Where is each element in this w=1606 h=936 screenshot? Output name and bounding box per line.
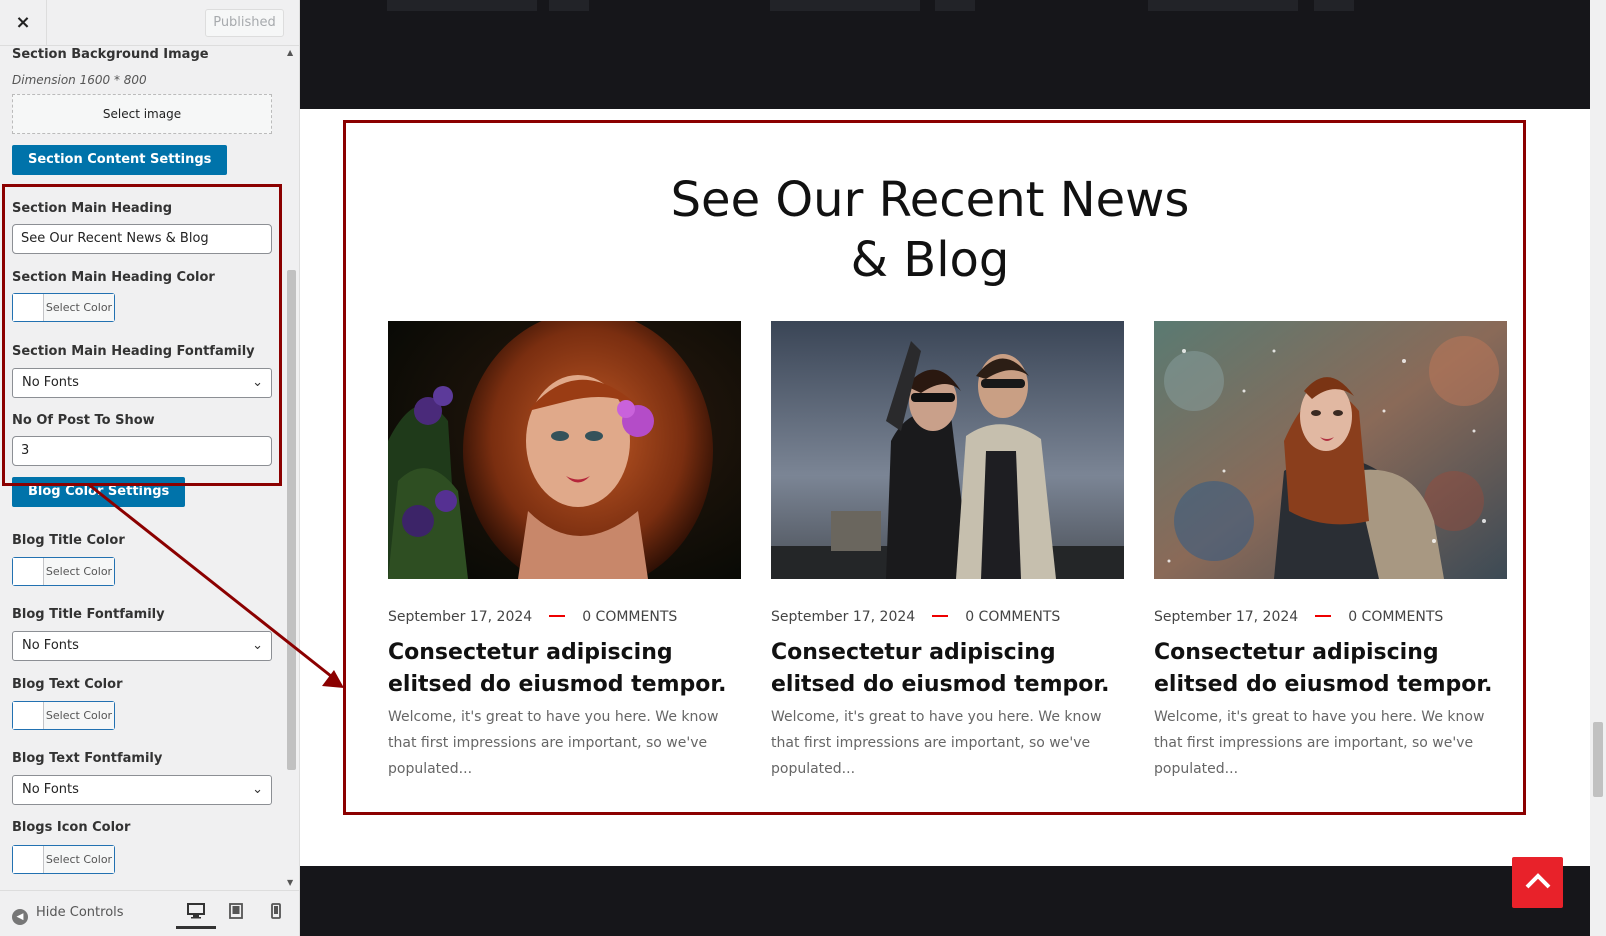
- mobile-icon-svg: [271, 903, 281, 919]
- select-value: No Fonts: [22, 782, 79, 797]
- color-swatch: [13, 702, 44, 729]
- posts-count-input[interactable]: 3: [12, 436, 272, 466]
- previous-section-button: [387, 0, 537, 11]
- blog-text-color-picker[interactable]: Select Color: [12, 701, 115, 730]
- tablet-icon[interactable]: [216, 899, 256, 929]
- previous-section-button: [935, 0, 975, 11]
- main-heading-color-picker[interactable]: Select Color: [12, 293, 115, 322]
- select-image-button[interactable]: Select image: [12, 94, 272, 134]
- blog-color-settings-button[interactable]: Blog Color Settings: [12, 477, 186, 507]
- tablet-icon-svg: [229, 903, 243, 919]
- select-color-label: Select Color: [44, 846, 114, 873]
- blog-text-font-select[interactable]: No Fonts ⌄: [12, 775, 272, 805]
- select-value: No Fonts: [22, 638, 79, 653]
- desktop-icon-svg: [187, 903, 205, 919]
- posts-count-label: No Of Post To Show: [12, 413, 155, 428]
- bg-image-label: Section Background Image: [12, 47, 209, 62]
- scroll-down-arrow-icon[interactable]: ▼: [287, 878, 293, 887]
- select-value: No Fonts: [22, 375, 79, 390]
- select-color-label: Select Color: [44, 702, 114, 729]
- previous-dark-section: [300, 0, 1590, 109]
- content-settings-button[interactable]: Section Content Settings: [12, 145, 228, 175]
- hide-controls-button[interactable]: ◀ Hide Controls: [12, 905, 124, 925]
- chevron-down-icon: ⌄: [252, 782, 263, 797]
- scroll-up-arrow-icon[interactable]: ▲: [287, 48, 293, 57]
- collapse-arrow-icon: ◀: [12, 909, 28, 925]
- select-color-label: Select Color: [44, 294, 114, 321]
- chevron-down-icon: ⌄: [252, 638, 263, 653]
- chevron-down-icon: ⌄: [252, 375, 263, 390]
- main-heading-font-select[interactable]: No Fonts ⌄: [12, 368, 272, 398]
- color-swatch: [13, 846, 44, 873]
- previous-section-button: [770, 0, 920, 11]
- previous-section-button: [1148, 0, 1298, 11]
- customizer-footer: ◀ Hide Controls: [0, 890, 299, 936]
- customizer-panel: × Published Section Background Image Dim…: [0, 0, 300, 936]
- mobile-icon[interactable]: [256, 899, 296, 929]
- preview-highlight-box: [343, 120, 1526, 815]
- blogs-icon-color-label: Blogs Icon Color: [12, 820, 131, 835]
- main-heading-label: Section Main Heading: [12, 201, 173, 216]
- blog-title-color-label: Blog Title Color: [12, 533, 125, 548]
- main-heading-font-label: Section Main Heading Fontfamily: [12, 344, 255, 359]
- main-heading-color-label: Section Main Heading Color: [12, 270, 215, 285]
- chevron-up-icon[interactable]: [1512, 857, 1563, 908]
- color-swatch: [13, 558, 44, 585]
- publish-button[interactable]: Published: [205, 9, 284, 37]
- blog-title-font-select[interactable]: No Fonts ⌄: [12, 631, 272, 661]
- close-icon[interactable]: ×: [0, 0, 47, 46]
- preview-scroll-thumb[interactable]: [1593, 722, 1603, 797]
- bg-image-dimension: Dimension 1600 * 800: [12, 73, 147, 87]
- select-color-label: Select Color: [44, 558, 114, 585]
- previous-section-button: [549, 0, 589, 11]
- previous-section-button: [1314, 0, 1354, 11]
- back-to-top-chevron-svg: [1525, 873, 1550, 889]
- customizer-app: × Published Section Background Image Dim…: [0, 0, 1606, 936]
- customizer-topbar: × Published: [0, 0, 299, 46]
- blogs-icon-color-picker[interactable]: Select Color: [12, 845, 115, 874]
- desktop-icon[interactable]: [176, 899, 216, 929]
- color-swatch: [13, 294, 44, 321]
- blog-title-font-label: Blog Title Fontfamily: [12, 607, 165, 622]
- controls-area: Section Background Image Dimension 1600 …: [0, 46, 286, 890]
- hide-controls-label: Hide Controls: [36, 905, 124, 920]
- next-dark-section: [300, 866, 1590, 936]
- main-heading-input[interactable]: See Our Recent News & Blog: [12, 224, 272, 254]
- blog-text-color-label: Blog Text Color: [12, 677, 123, 692]
- panel-scroll-thumb[interactable]: [287, 270, 296, 770]
- site-preview: See Our Recent News & Blog September 17,…: [300, 0, 1606, 936]
- blog-title-color-picker[interactable]: Select Color: [12, 557, 115, 586]
- blog-text-font-label: Blog Text Fontfamily: [12, 751, 163, 766]
